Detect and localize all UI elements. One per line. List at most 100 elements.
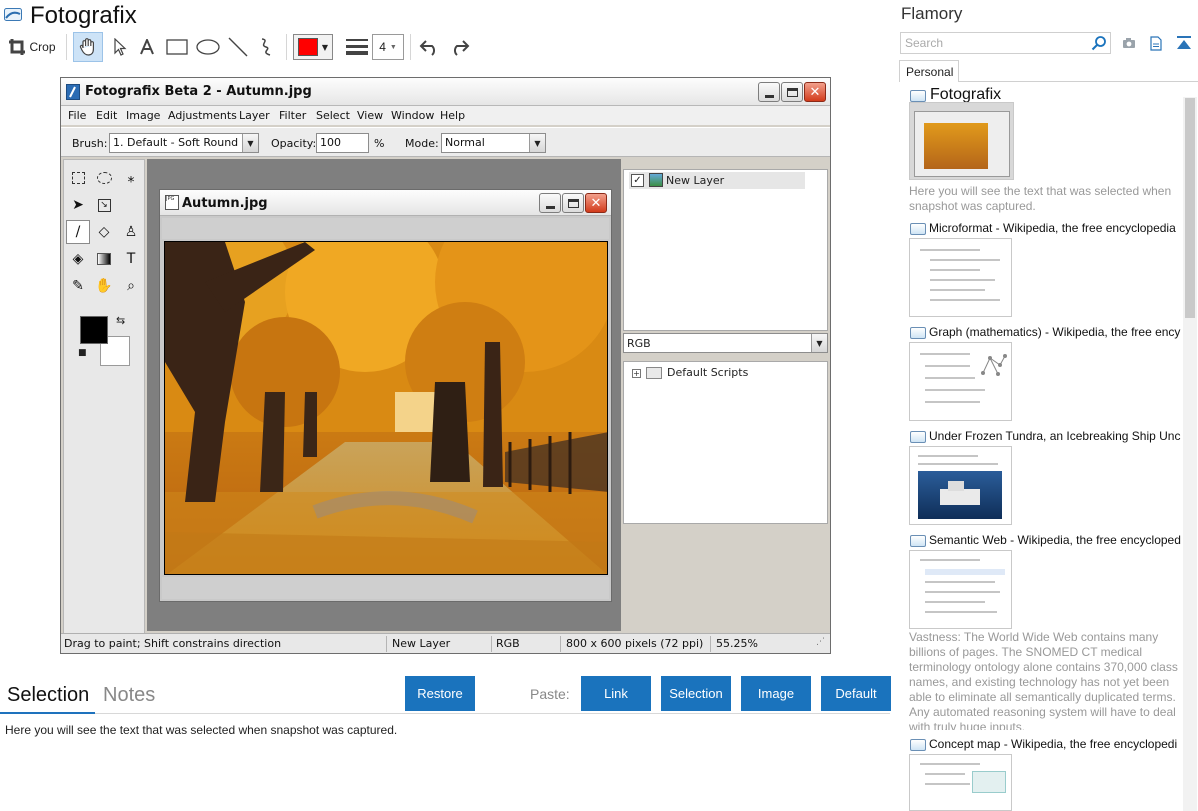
foreground-color-swatch (80, 316, 108, 344)
entry-thumbnail[interactable] (909, 342, 1012, 421)
chevron-down-icon: ▼ (321, 42, 329, 52)
minimize-button (539, 193, 561, 213)
entry-description: Vastness: The World Wide Web contains ma… (909, 630, 1178, 730)
rectangle-tool-button[interactable] (164, 32, 190, 62)
eyedropper-icon: ✎ (72, 278, 84, 294)
opacity-input: 100 (316, 133, 369, 153)
menu-file: File (68, 109, 87, 122)
line-width-button[interactable] (342, 32, 372, 62)
tab-divider (95, 713, 890, 714)
entry-description: Here you will see the text that was sele… (909, 184, 1172, 213)
entry-thumbnail[interactable] (909, 102, 1014, 180)
menu-filter: Filter (279, 109, 307, 122)
paste-image-button[interactable]: Image (741, 676, 811, 711)
hand-tool-button[interactable] (73, 32, 103, 62)
channel-value: RGB (627, 337, 651, 350)
page-icon (910, 327, 926, 339)
restore-button[interactable]: Restore (405, 676, 475, 711)
new-page-button[interactable] (1147, 34, 1165, 52)
layers-panel: ✓ New Layer (623, 169, 828, 331)
scripts-folder-label: Default Scripts (667, 366, 749, 379)
rectangle-icon (166, 39, 188, 55)
opacity-value: 100 (320, 136, 341, 149)
ellipse-select-icon (92, 166, 116, 190)
autumn-photo (164, 241, 608, 575)
paste-default-button[interactable]: Default (821, 676, 891, 711)
brush-color-swatch (297, 38, 318, 56)
chevron-down-icon: ▼ (389, 43, 397, 51)
type-icon: T (126, 251, 136, 267)
menu-select: Select (316, 109, 350, 122)
page-icon (910, 90, 926, 102)
zoom-icon: ⌕ (127, 278, 135, 294)
autumn-road-image (165, 242, 607, 574)
paste-selection-button[interactable]: Selection (661, 676, 731, 711)
ellipse-tool-button[interactable] (195, 32, 221, 62)
redo-button[interactable] (446, 32, 472, 62)
entry-title[interactable]: Graph (mathematics) - Wikipedia, the fre… (929, 325, 1181, 339)
folder-icon (646, 367, 662, 379)
line-tool-button[interactable] (226, 32, 250, 62)
hand-icon (79, 38, 94, 56)
layer-row: ✓ New Layer (629, 172, 805, 189)
crop-button[interactable]: Crop (4, 32, 60, 62)
tab-personal[interactable]: Personal (899, 60, 959, 82)
search-input[interactable]: Search (900, 32, 1111, 54)
channel-select: RGB ▼ (623, 333, 828, 353)
entry-title[interactable]: Under Frozen Tundra, an Icebreaking Ship… (929, 429, 1181, 443)
undo-button[interactable] (417, 32, 443, 62)
paste-label: Paste: (530, 686, 570, 702)
brush-value: 1. Default - Soft Round G (113, 136, 251, 149)
document-icon: JPG (165, 195, 179, 210)
line-width-select[interactable]: 4 ▼ (372, 34, 404, 60)
search-icon[interactable] (1091, 35, 1107, 51)
brush-select: 1. Default - Soft Round G ▼ (109, 133, 259, 153)
tab-notes[interactable]: Notes (103, 684, 155, 707)
opacity-label: Opacity: (271, 137, 317, 150)
layer-name: New Layer (666, 174, 725, 187)
tab-divider (958, 81, 1198, 82)
snapshot-window-titlebar: Fotografix Beta 2 - Autumn.jpg ✕ (61, 78, 830, 106)
snapshot-statusbar: Drag to paint; Shift constrains directio… (61, 633, 830, 653)
entry-thumbnail[interactable] (909, 550, 1012, 629)
menu-window: Window (391, 109, 435, 122)
document-icon (1150, 35, 1162, 51)
menu-image: Image (126, 109, 161, 122)
text-tool-button[interactable] (136, 32, 158, 62)
tab-selection[interactable]: Selection (7, 684, 89, 707)
pointer-tool-button[interactable] (108, 32, 132, 62)
status-zoom: 55.25% (716, 637, 758, 650)
entry-thumbnail[interactable] (909, 238, 1012, 317)
crop-icon (9, 39, 26, 55)
scrollbar-thumb[interactable] (1185, 98, 1195, 318)
document-title: Autumn.jpg (182, 196, 268, 211)
color-picker[interactable]: ▼ (293, 34, 333, 60)
toolbar-divider (286, 34, 287, 60)
entry-title[interactable]: Semantic Web - Wikipedia, the free encyc… (929, 533, 1181, 547)
entry-title[interactable]: Microformat - Wikipedia, the free encycl… (929, 221, 1181, 235)
brush-icon: / (66, 220, 90, 244)
collapse-button[interactable] (1175, 34, 1193, 52)
hand-icon: ✋ (95, 278, 113, 294)
undo-icon (419, 40, 435, 56)
minimize-icon (764, 94, 774, 98)
concept-diagram (972, 771, 1006, 793)
paste-link-button[interactable]: Link (581, 676, 651, 711)
page-icon (910, 223, 926, 235)
camera-button[interactable] (1120, 34, 1138, 52)
status-divider (710, 636, 711, 652)
menu-help: Help (440, 109, 466, 122)
canvas-margin (162, 577, 609, 599)
graph-diagram-icon (981, 354, 1007, 376)
freehand-icon (261, 38, 271, 56)
drawing-toolbar: Crop ▼ 4 ▼ (4, 32, 484, 62)
snapshot-window-title: Fotografix Beta 2 - Autumn.jpg (85, 84, 312, 99)
freehand-tool-button[interactable] (256, 32, 280, 62)
entry-title[interactable]: Concept map - Wikipedia, the free encycl… (929, 737, 1181, 751)
text-icon (140, 39, 154, 55)
toolbar-divider (410, 34, 411, 60)
scripts-panel: + Default Scripts (623, 361, 828, 524)
move-icon: ➤ (72, 197, 84, 213)
entry-thumbnail[interactable] (909, 754, 1012, 811)
entry-thumbnail[interactable] (909, 446, 1012, 525)
